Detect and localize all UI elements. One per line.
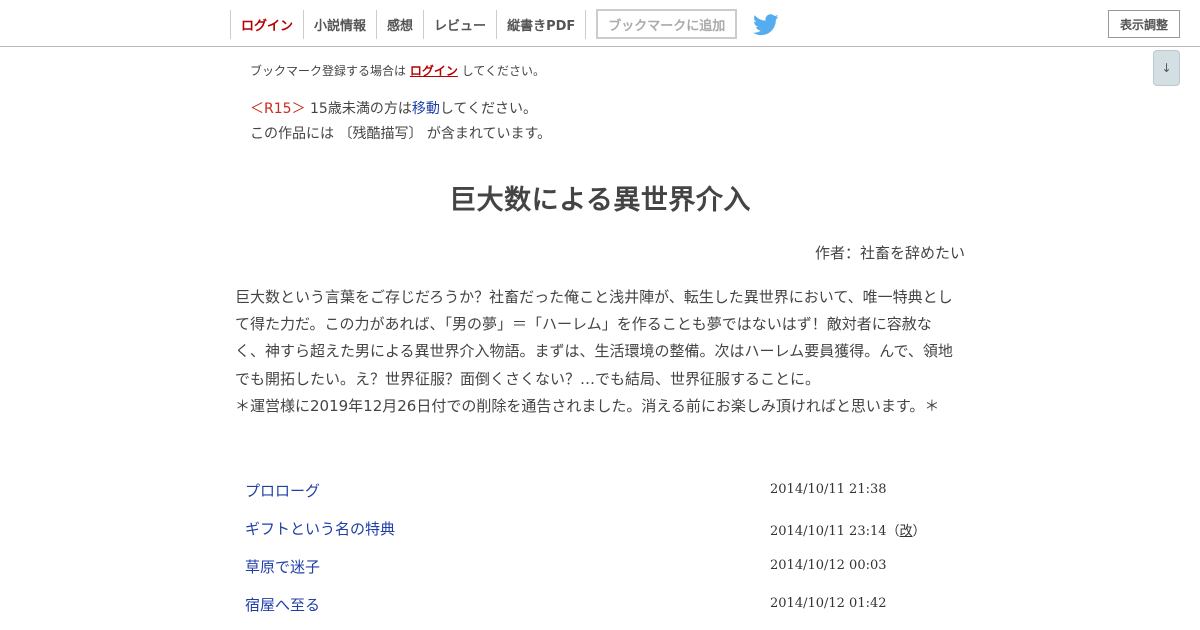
nav-impressions-link[interactable]: 感想 bbox=[376, 10, 423, 39]
chapter-date: 2014/10/11 23:14（改） bbox=[770, 524, 926, 539]
bookmark-login-notice: ブックマーク登録する場合は ログイン してください。 bbox=[250, 62, 545, 79]
chapter-row: 草原で迷子 2014/10/12 00:03 bbox=[235, 548, 965, 586]
nav-vertical-pdf-link[interactable]: 縦書きPDF bbox=[496, 10, 587, 39]
synopsis-line: ＊運営様に2019年12月26日付での削除を通告されました。消える前にお楽しみ頂… bbox=[235, 396, 940, 415]
chapter-date-value: 2014/10/11 23:14 bbox=[770, 524, 887, 539]
site-header: ログイン 小説情報 感想 レビュー 縦書きPDF ブックマークに追加 表示調整 bbox=[0, 0, 1200, 47]
twitter-bird-icon bbox=[753, 13, 779, 35]
scroll-down-button[interactable]: ↓ bbox=[1153, 50, 1180, 86]
chapter-date: 2014/10/12 01:42 bbox=[770, 596, 887, 611]
chapter-row: ギフトという名の特典 2014/10/11 23:14（改） bbox=[235, 510, 965, 548]
chapter-date: 2014/10/12 00:03 bbox=[770, 558, 887, 573]
nav-login-link[interactable]: ログイン bbox=[230, 10, 303, 39]
chapter-row: プロローグ 2014/10/11 21:38 bbox=[235, 472, 965, 510]
novel-title: 巨大数による異世界介入 bbox=[449, 185, 751, 216]
chapter-row: 宿屋へ至る 2014/10/12 01:42 bbox=[235, 586, 965, 624]
r15-badge: ＜R15＞ bbox=[250, 101, 306, 117]
age-rating-notice: ＜R15＞ 15歳未満の方は移動してください。 bbox=[250, 98, 537, 118]
author-name-link[interactable]: 社畜を辞めたい bbox=[860, 244, 965, 262]
chapter-revision-link[interactable]: 改 bbox=[900, 524, 913, 539]
arrow-down-icon: ↓ bbox=[1161, 61, 1172, 75]
content-warning: この作品には 〔残酷描写〕 が含まれています。 bbox=[250, 126, 552, 142]
chapter-link[interactable]: ギフトという名の特典 bbox=[245, 518, 395, 539]
novel-author: 作者：社畜を辞めたい bbox=[815, 242, 965, 263]
header-nav: ログイン 小説情報 感想 レビュー 縦書きPDF ブックマークに追加 bbox=[230, 9, 779, 39]
chapter-link[interactable]: 草原で迷子 bbox=[245, 556, 320, 577]
synopsis-line: く、神すら超えた男による異世界介入物語。まずは、生活環境の整備。次はハーレム要員… bbox=[235, 342, 953, 361]
nav-novel-info-link[interactable]: 小説情報 bbox=[303, 10, 376, 39]
chapter-list: プロローグ 2014/10/11 21:38 ギフトという名の特典 2014/1… bbox=[235, 472, 965, 624]
twitter-share-button[interactable] bbox=[753, 10, 779, 39]
bookmark-login-link[interactable]: ログイン bbox=[410, 64, 458, 78]
synopsis-line: て得た力だ。この力があれば、「男の夢」＝「ハーレム」を作ることも夢ではないはず！… bbox=[235, 315, 932, 334]
bookmark-note-suffix: してください。 bbox=[461, 64, 545, 78]
age-notice-suffix: してください。 bbox=[439, 101, 537, 117]
nav-review-link[interactable]: レビュー bbox=[423, 10, 496, 39]
age-notice-text: 15歳未満の方は bbox=[310, 101, 412, 117]
chapter-link[interactable]: プロローグ bbox=[245, 480, 320, 501]
display-adjust-button[interactable]: 表示調整 bbox=[1108, 10, 1180, 38]
synopsis-line: 巨大数という言葉をご存じだろうか？社畜だった俺こと浅井陣が、転生した異世界におい… bbox=[235, 288, 953, 306]
chapter-link[interactable]: 宿屋へ至る bbox=[245, 594, 320, 615]
novel-synopsis: 巨大数という言葉をご存じだろうか？社畜だった俺こと浅井陣が、転生した異世界におい… bbox=[235, 284, 965, 420]
chapter-date: 2014/10/11 21:38 bbox=[770, 482, 887, 497]
add-bookmark-button[interactable]: ブックマークに追加 bbox=[596, 9, 738, 39]
bookmark-note-text: ブックマーク登録する場合は bbox=[250, 64, 407, 78]
age-redirect-link[interactable]: 移動 bbox=[412, 101, 440, 117]
author-label: 作者： bbox=[814, 244, 860, 262]
synopsis-line: でも開拓したい。え？世界征服？面倒くさくない？…でも結局、世界征服することに。 bbox=[235, 369, 821, 388]
